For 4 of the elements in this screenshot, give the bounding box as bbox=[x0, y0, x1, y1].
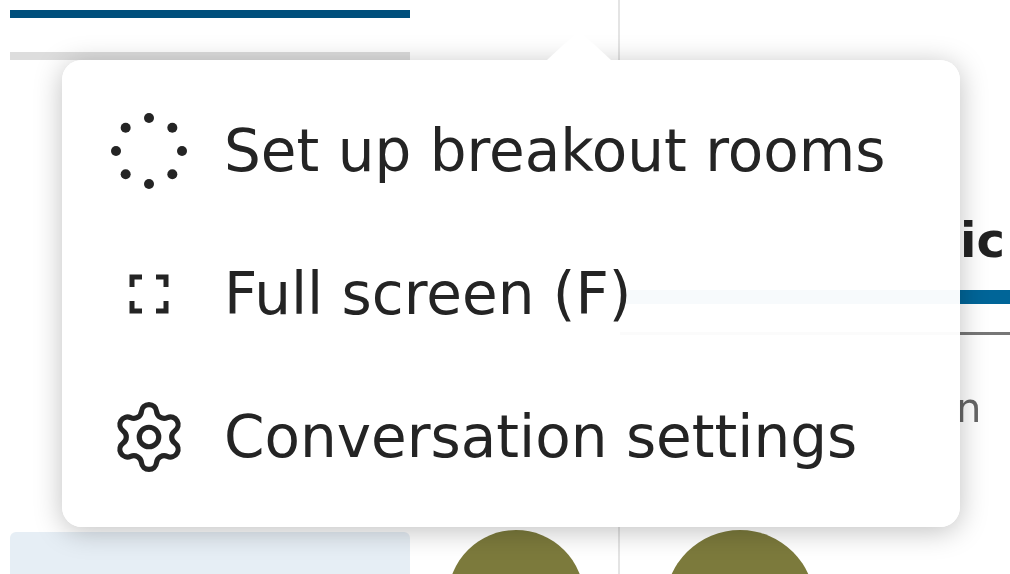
panel-heading: ic bbox=[959, 212, 1006, 268]
menu-item[interactable]: Set up breakout rooms bbox=[110, 98, 960, 203]
menu-item[interactable]: Full screen (F) bbox=[110, 241, 960, 346]
dotted-circle-icon bbox=[110, 111, 188, 190]
